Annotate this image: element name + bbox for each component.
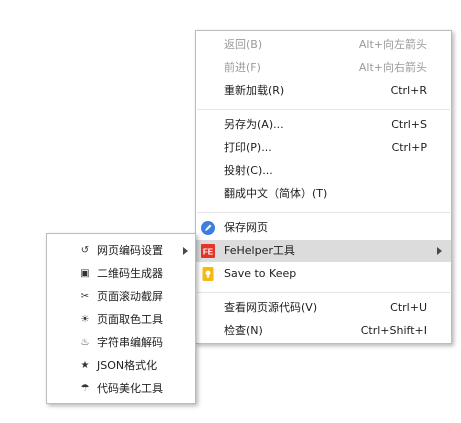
menu-item-save-to-keep[interactable]: Save to Keep xyxy=(196,263,451,285)
menu-item-cast[interactable]: 投射(C)... xyxy=(196,160,451,182)
menu-item-shortcut: Ctrl+U xyxy=(390,301,427,314)
context-menu: 返回(B) Alt+向左箭头 前进(F) Alt+向右箭头 重新加载(R) Ct… xyxy=(195,30,452,344)
menu-item-shortcut: Alt+向右箭头 xyxy=(358,61,427,74)
keep-icon xyxy=(201,267,215,281)
submenu-item-label: 页面滚动截屏 xyxy=(97,290,163,303)
menu-item-shortcut: Ctrl+P xyxy=(391,141,427,154)
menu-item-label: 翻成中文（简体）(T) xyxy=(224,187,328,200)
menu-item-label: 打印(P)... xyxy=(224,141,272,154)
menu-item-back[interactable]: 返回(B) Alt+向左箭头 xyxy=(196,34,451,56)
submenu-arrow-icon xyxy=(183,247,188,255)
umbrella-icon: ☂ xyxy=(80,383,90,394)
menu-item-print[interactable]: 打印(P)... Ctrl+P xyxy=(196,137,451,159)
menu-item-reload[interactable]: 重新加载(R) Ctrl+R xyxy=(196,80,451,102)
submenu-item-label: JSON格式化 xyxy=(97,359,158,372)
star-icon: ★ xyxy=(80,360,90,371)
menu-item-label: FeHelper工具 xyxy=(224,244,295,257)
menu-item-translate[interactable]: 翻成中文（简体）(T) xyxy=(196,183,451,205)
menu-separator xyxy=(197,292,450,293)
submenu-arrow-icon xyxy=(437,247,442,255)
submenu-item-label: 二维码生成器 xyxy=(97,267,163,280)
submenu-item-label: 网页编码设置 xyxy=(97,244,163,257)
menu-item-save-as[interactable]: 另存为(A)... Ctrl+S xyxy=(196,114,451,136)
menu-item-label: 检查(N) xyxy=(224,324,263,337)
submenu-item-label: 字符串编解码 xyxy=(97,336,163,349)
menu-item-label: 查看网页源代码(V) xyxy=(224,301,318,314)
fehelper-icon: FE xyxy=(201,244,215,258)
submenu-item-label: 页面取色工具 xyxy=(97,313,163,326)
menu-item-shortcut: Ctrl+S xyxy=(391,118,427,131)
menu-item-label: 投射(C)... xyxy=(224,164,273,177)
menu-separator xyxy=(197,109,450,110)
submenu-item-color-picker[interactable]: ☀ 页面取色工具 xyxy=(47,308,195,331)
menu-item-shortcut: Alt+向左箭头 xyxy=(358,38,427,51)
scissors-icon: ✂ xyxy=(80,291,90,302)
menu-separator xyxy=(197,212,450,213)
fehelper-submenu: ↺ 网页编码设置 ▣ 二维码生成器 ✂ 页面滚动截屏 ☀ 页面取色工具 ♨ 字符… xyxy=(46,233,196,404)
menu-item-inspect[interactable]: 检查(N) Ctrl+Shift+I xyxy=(196,320,451,342)
menu-item-shortcut: Ctrl+R xyxy=(390,84,427,97)
submenu-item-label: 代码美化工具 xyxy=(97,382,163,395)
submenu-item-string-codec[interactable]: ♨ 字符串编解码 xyxy=(47,331,195,354)
menu-item-save-page[interactable]: 保存网页 xyxy=(196,217,451,239)
menu-item-label: 返回(B) xyxy=(224,38,263,51)
menu-item-label: 另存为(A)... xyxy=(224,118,284,131)
save-page-icon xyxy=(201,221,215,235)
svg-text:FE: FE xyxy=(203,248,214,257)
menu-item-label: 前进(F) xyxy=(224,61,261,74)
menu-item-label: Save to Keep xyxy=(224,267,297,280)
submenu-item-json-format[interactable]: ★ JSON格式化 xyxy=(47,354,195,377)
qrcode-icon: ▣ xyxy=(80,268,90,279)
menu-item-label: 重新加载(R) xyxy=(224,84,285,97)
submenu-item-qrcode[interactable]: ▣ 二维码生成器 xyxy=(47,262,195,285)
submenu-item-code-beautify[interactable]: ☂ 代码美化工具 xyxy=(47,377,195,400)
menu-item-fehelper[interactable]: FE FeHelper工具 xyxy=(196,240,451,262)
menu-item-view-source[interactable]: 查看网页源代码(V) Ctrl+U xyxy=(196,297,451,319)
hot-springs-icon: ♨ xyxy=(80,337,90,348)
menu-item-forward[interactable]: 前进(F) Alt+向右箭头 xyxy=(196,57,451,79)
refresh-icon: ↺ xyxy=(80,245,90,256)
sun-icon: ☀ xyxy=(80,314,90,325)
menu-item-shortcut: Ctrl+Shift+I xyxy=(360,324,427,337)
submenu-item-page-encoding[interactable]: ↺ 网页编码设置 xyxy=(47,239,195,262)
submenu-item-screenshot[interactable]: ✂ 页面滚动截屏 xyxy=(47,285,195,308)
menu-item-label: 保存网页 xyxy=(224,221,268,234)
